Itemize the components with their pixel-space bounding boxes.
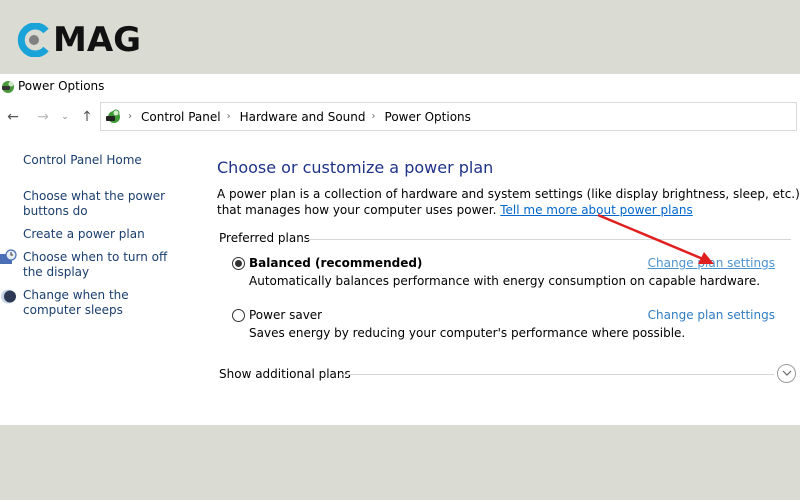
additional-plans-divider [342, 374, 774, 375]
show-additional-plans-label[interactable]: Show additional plans [219, 367, 351, 381]
forward-arrow-icon[interactable]: → [34, 108, 52, 126]
sidebar-item-power-buttons[interactable]: Choose what the power buttons do [23, 189, 188, 219]
main-content: Choose or customize a power plan A power… [217, 158, 800, 383]
cmag-logo: MAG [17, 20, 141, 60]
plan-power-saver: Power saver Saves energy by reducing you… [232, 308, 792, 344]
sidebar-item-control-panel-home[interactable]: Control Panel Home [23, 153, 188, 168]
breadcrumb-control-panel[interactable]: Control Panel [141, 110, 221, 124]
sidebar-item-create-power-plan[interactable]: Create a power plan [23, 227, 188, 242]
recent-locations-chevron-icon[interactable]: ⌄ [58, 108, 72, 126]
navigation-bar: ← → ⌄ ↑ › Control Panel › Hardware and S… [0, 102, 800, 132]
plan-power-saver-change-settings-link[interactable]: Change plan settings [648, 308, 775, 322]
plan-balanced: Balanced (recommended) Automatically bal… [232, 256, 792, 292]
preferred-plans-label: Preferred plans [219, 231, 311, 245]
up-arrow-icon[interactable]: ↑ [78, 108, 96, 126]
sidebar-item-computer-sleeps[interactable]: Change when the computer sleeps [23, 288, 188, 318]
power-options-icon [1, 79, 15, 93]
plan-balanced-change-settings-link[interactable]: Change plan settings [648, 256, 775, 270]
sidebar-item-turn-off-display[interactable]: Choose when to turn off the display [23, 250, 188, 280]
breadcrumb-power-options[interactable]: Power Options [385, 110, 471, 124]
plan-balanced-radio[interactable] [232, 257, 245, 270]
learn-more-link[interactable]: Tell me more about power plans [500, 203, 692, 217]
sleep-moon-icon [0, 288, 17, 305]
title-bar: Power Options [0, 76, 104, 96]
address-bar[interactable]: › Control Panel › Hardware and Sound › P… [100, 102, 797, 131]
expand-chevron-icon[interactable] [777, 364, 796, 383]
plan-power-saver-radio[interactable] [232, 309, 245, 322]
breadcrumb-separator: › [128, 111, 132, 122]
plan-power-saver-description: Saves energy by reducing your computer's… [249, 326, 686, 340]
display-clock-icon [0, 249, 17, 266]
plan-balanced-name[interactable]: Balanced (recommended) [249, 256, 422, 270]
logo-mark-icon [17, 22, 51, 58]
page-description: A power plan is a collection of hardware… [217, 186, 800, 218]
window-title: Power Options [18, 79, 105, 93]
logo-text: MAG [53, 20, 142, 60]
power-options-window: Power Options ← → ⌄ ↑ › Control Panel › … [0, 74, 800, 425]
preferred-plans-divider [308, 239, 791, 240]
breadcrumb-separator: › [371, 111, 376, 122]
control-panel-icon [104, 108, 122, 126]
breadcrumb-separator: › [226, 111, 231, 122]
plan-balanced-description: Automatically balances performance with … [249, 274, 761, 288]
page-title: Choose or customize a power plan [217, 158, 494, 177]
plan-power-saver-name[interactable]: Power saver [249, 308, 322, 322]
back-arrow-icon[interactable]: ← [4, 108, 22, 126]
breadcrumb-hardware-and-sound[interactable]: Hardware and Sound [240, 110, 366, 124]
